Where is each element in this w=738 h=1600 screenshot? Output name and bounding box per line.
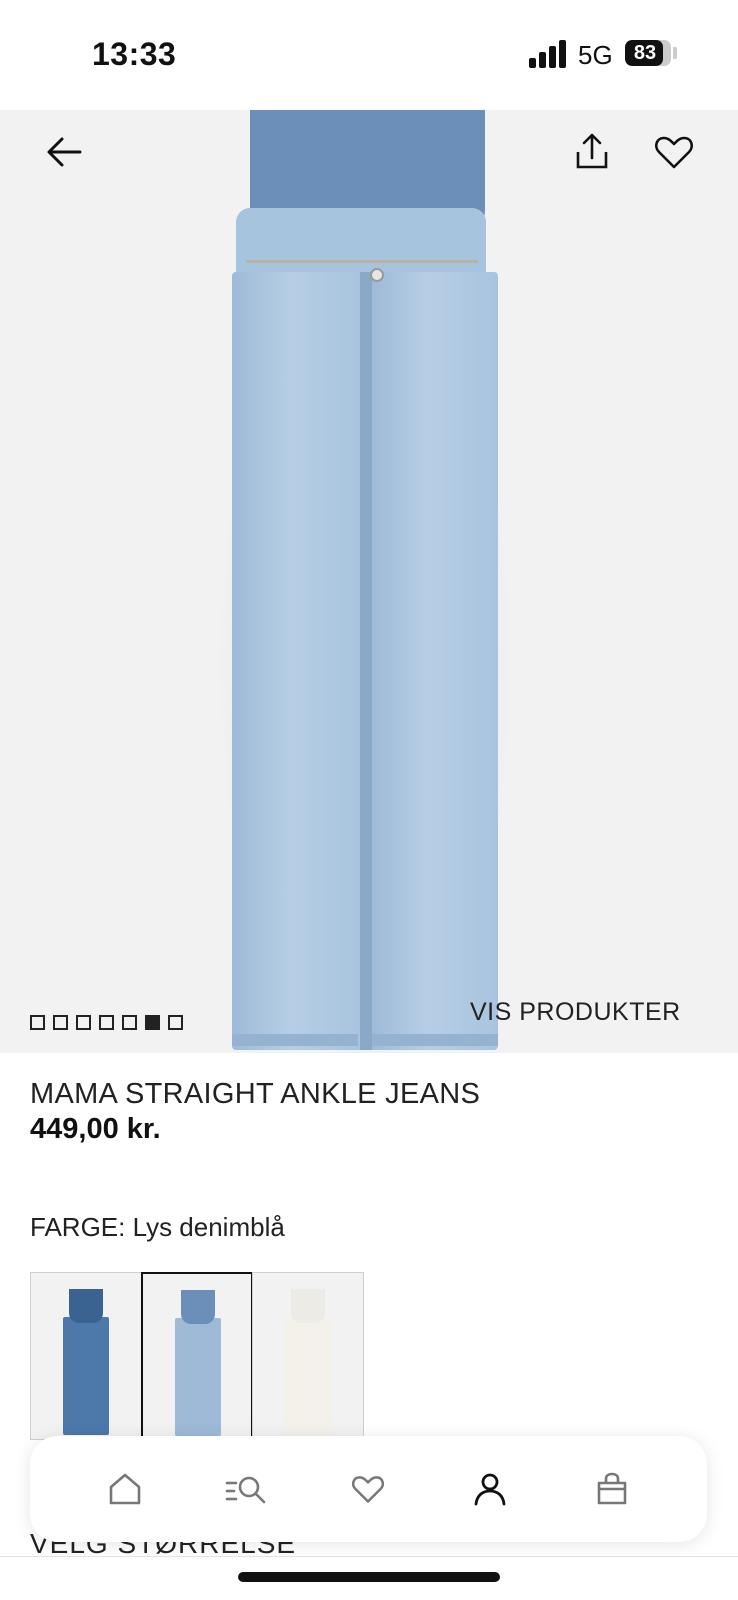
gallery-dot[interactable] (76, 1015, 91, 1030)
bag-icon[interactable] (584, 1461, 640, 1517)
gallery-dot[interactable] (122, 1015, 137, 1030)
swatch-jeans-legs (63, 1317, 109, 1435)
home-indicator[interactable] (238, 1572, 500, 1582)
swatch-maternity-band (291, 1289, 325, 1323)
battery-cap (673, 47, 677, 59)
gallery-pagination (30, 1015, 183, 1030)
status-bar: 13:33 5G 83 (0, 0, 738, 110)
gallery-dot[interactable] (53, 1015, 68, 1030)
product-image[interactable] (0, 110, 738, 1053)
jeans-waistband (236, 208, 486, 278)
bottom-tab-bar (30, 1436, 707, 1542)
gallery-dot[interactable] (168, 1015, 183, 1030)
arrow-left-icon[interactable] (40, 128, 88, 176)
battery-level: 83 (633, 42, 657, 64)
color-swatch-light-denim[interactable] (141, 1272, 253, 1440)
heart-icon[interactable] (650, 128, 698, 176)
jeans-button (370, 268, 384, 282)
share-icon[interactable] (568, 128, 616, 176)
jeans-left-hem (232, 1034, 358, 1046)
gallery-dot[interactable] (99, 1015, 114, 1030)
cellular-signal-icon (529, 40, 569, 68)
heart-icon[interactable] (340, 1461, 396, 1517)
jeans-left-leg (232, 272, 360, 1050)
color-swatch-cream[interactable] (252, 1272, 364, 1440)
swatch-jeans-legs (285, 1317, 331, 1435)
swatch-jeans-legs (175, 1318, 221, 1436)
swatch-maternity-band (181, 1290, 215, 1324)
network-type: 5G (578, 40, 613, 70)
show-products-button[interactable]: VIS PRODUKTER (456, 990, 702, 1034)
product-title: MAMA STRAIGHT ANKLE JEANS (30, 1078, 481, 1110)
swatch-maternity-band (69, 1289, 103, 1323)
account-icon[interactable] (462, 1461, 518, 1517)
waist-stitching (246, 260, 478, 263)
jeans-right-hem (372, 1034, 498, 1046)
color-swatch-mid-denim[interactable] (30, 1272, 142, 1440)
gallery-dot[interactable] (30, 1015, 45, 1030)
color-label: FARGE: Lys denimblå (30, 1212, 285, 1242)
color-swatches (30, 1272, 364, 1440)
home-icon[interactable] (97, 1461, 153, 1517)
product-price: 449,00 kr. (30, 1113, 161, 1145)
jeans-right-leg (370, 272, 498, 1050)
jeans-fly (360, 272, 372, 1050)
search-menu-icon[interactable] (219, 1461, 275, 1517)
battery-icon: 83 (625, 40, 671, 66)
gallery-dot[interactable] (145, 1015, 160, 1030)
status-time: 13:33 (92, 36, 177, 72)
